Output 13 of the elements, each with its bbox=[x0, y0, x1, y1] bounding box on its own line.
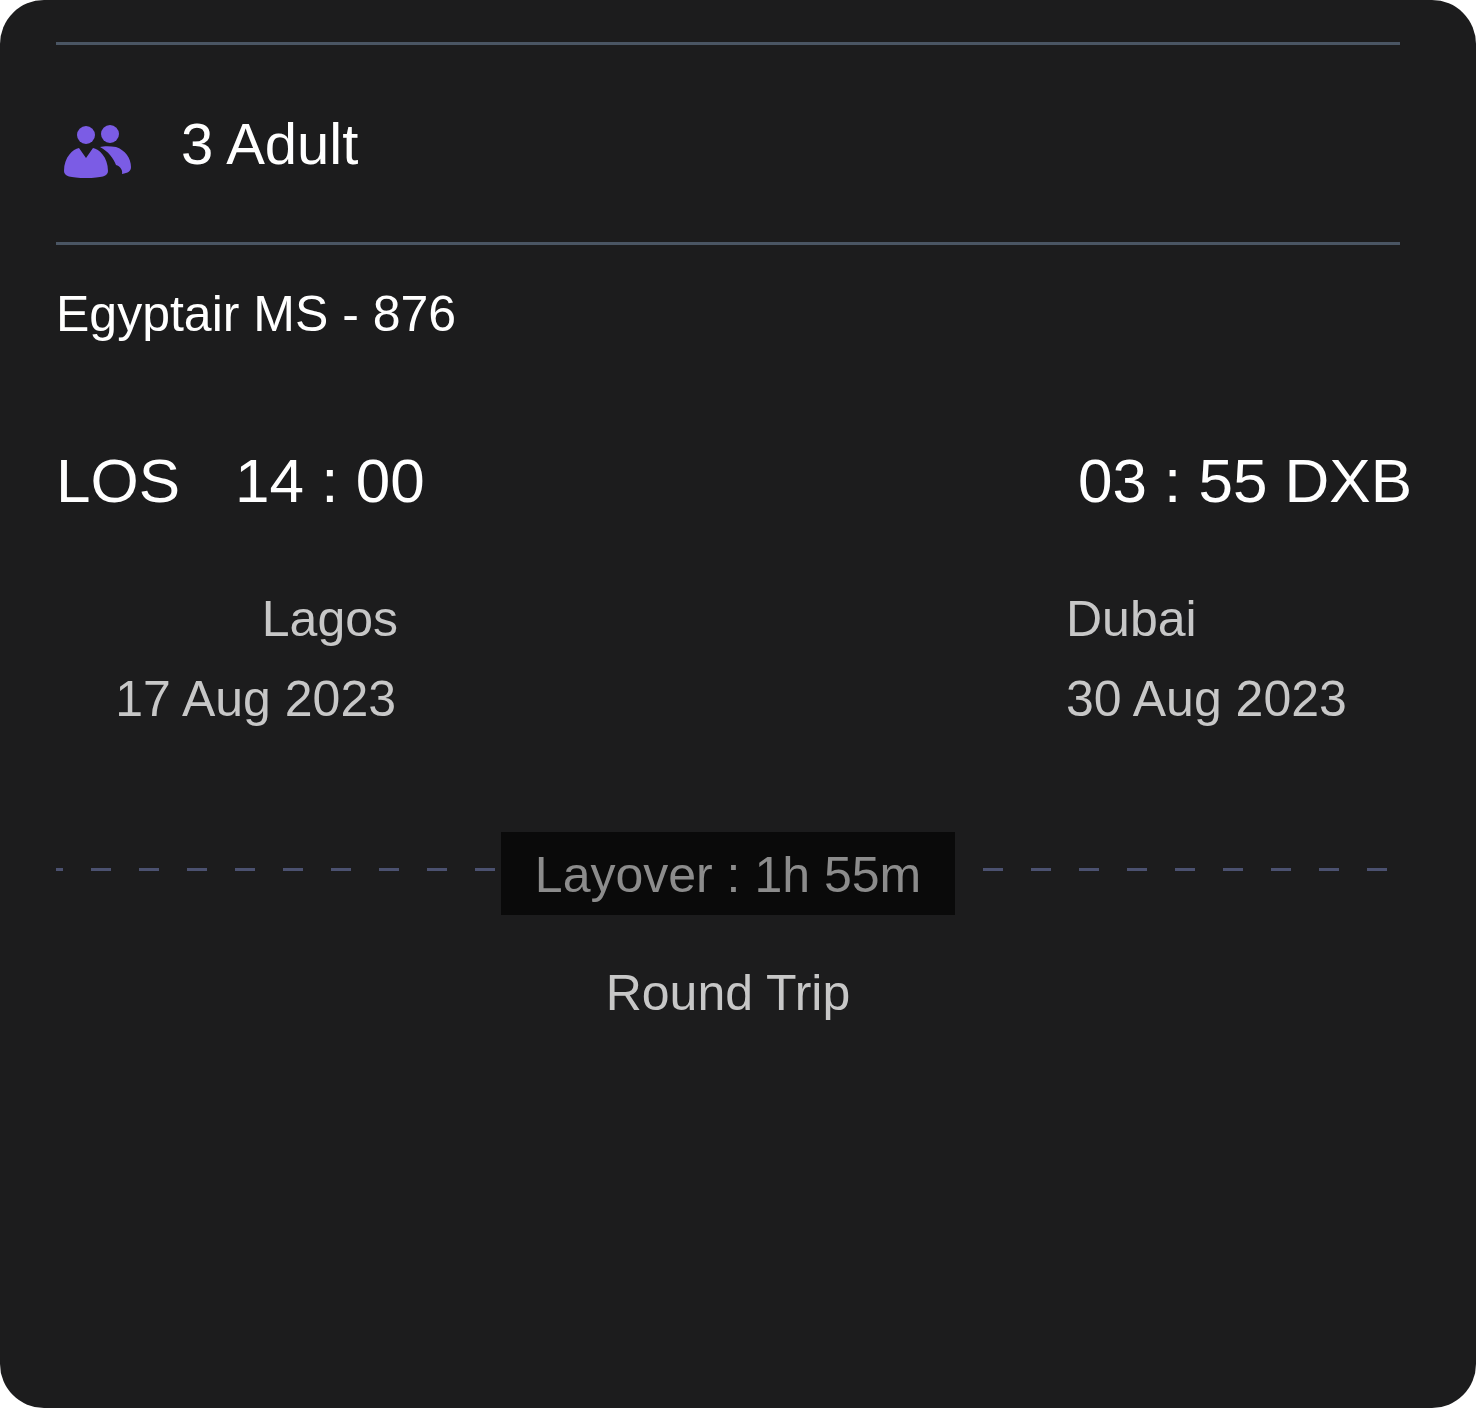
departure-time: 14 : 00 bbox=[235, 450, 425, 512]
destination-code: DXB bbox=[1284, 450, 1412, 512]
origin-code: LOS bbox=[56, 450, 181, 512]
arrival-date: 30 Aug 2023 bbox=[1066, 674, 1347, 724]
origin-city: Lagos bbox=[261, 594, 398, 644]
departure-date: 17 Aug 2023 bbox=[115, 674, 396, 724]
destination-city: Dubai bbox=[1066, 594, 1197, 644]
layover-duration: Layover : 1h 55m bbox=[500, 832, 956, 915]
trip-type: Round Trip bbox=[605, 968, 851, 1018]
passenger-count: 3 Adult bbox=[181, 115, 359, 173]
users-icon bbox=[64, 125, 131, 178]
arrival-time: 03 : 55 bbox=[1077, 450, 1268, 512]
flight-name: Egyptair MS - 876 bbox=[56, 289, 457, 339]
